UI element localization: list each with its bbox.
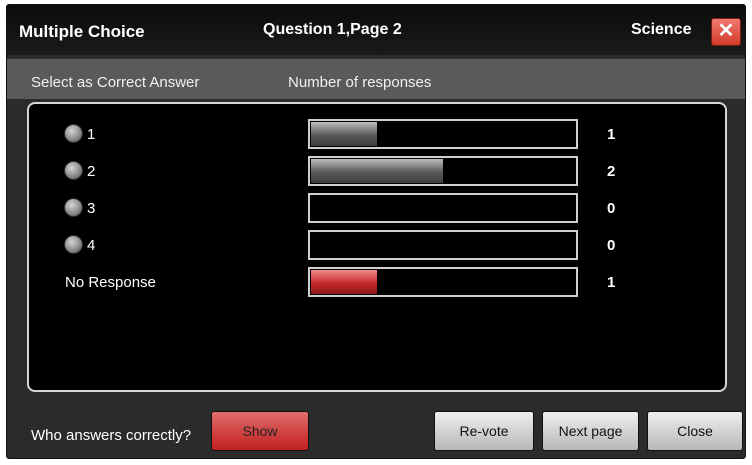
no-response-label: No Response [65, 274, 156, 291]
answer-2-bar [308, 156, 578, 186]
results-panel: 1 1 2 2 3 0 4 0 No Response 1 [27, 102, 727, 392]
answer-3-radio[interactable] [64, 198, 83, 217]
question-info: Question 1,Page 2 [263, 21, 402, 38]
answer-1-bar-fill [311, 122, 377, 146]
answer-1-count: 1 [607, 126, 616, 143]
show-button[interactable]: Show [211, 411, 309, 451]
answer-3-count: 0 [607, 200, 616, 217]
multiple-choice-dialog: Multiple Choice Question 1,Page 2 Scienc… [6, 4, 746, 459]
subject-label: Science [631, 21, 692, 38]
answer-1-label: 1 [87, 126, 96, 143]
select-correct-answer-label: Select as Correct Answer [31, 74, 200, 91]
dialog-title: Multiple Choice [19, 22, 145, 41]
answer-row-1: 1 1 [29, 118, 725, 150]
answer-4-radio[interactable] [64, 235, 83, 254]
close-icon[interactable]: ✕ [711, 18, 741, 46]
title-bar: Multiple Choice Question 1,Page 2 Scienc… [7, 5, 745, 55]
answer-row-2: 2 2 [29, 155, 725, 187]
footer-bar: Who answers correctly? Show Re-vote Next… [7, 399, 745, 458]
answer-row-3: 3 0 [29, 192, 725, 224]
column-header: Select as Correct Answer Number of respo… [7, 59, 745, 99]
who-answers-correctly-label: Who answers correctly? [31, 427, 192, 444]
answer-1-radio[interactable] [64, 124, 83, 143]
no-response-row: No Response 1 [29, 266, 725, 298]
revote-button[interactable]: Re-vote [434, 411, 534, 451]
no-response-bar-fill [311, 270, 377, 294]
answer-row-4: 4 0 [29, 229, 725, 261]
answer-2-bar-fill [311, 159, 443, 183]
answer-2-count: 2 [607, 163, 616, 180]
answer-3-label: 3 [87, 200, 96, 217]
answer-3-bar [308, 193, 578, 223]
no-response-bar [308, 267, 578, 297]
answer-2-radio[interactable] [64, 161, 83, 180]
answer-4-count: 0 [607, 237, 616, 254]
close-button[interactable]: Close [647, 411, 743, 451]
answer-4-bar [308, 230, 578, 260]
no-response-count: 1 [607, 274, 616, 291]
number-of-responses-label: Number of responses [288, 74, 432, 91]
answer-2-label: 2 [87, 163, 96, 180]
answer-1-bar [308, 119, 578, 149]
next-page-button[interactable]: Next page [542, 411, 639, 451]
answer-4-label: 4 [87, 237, 96, 254]
